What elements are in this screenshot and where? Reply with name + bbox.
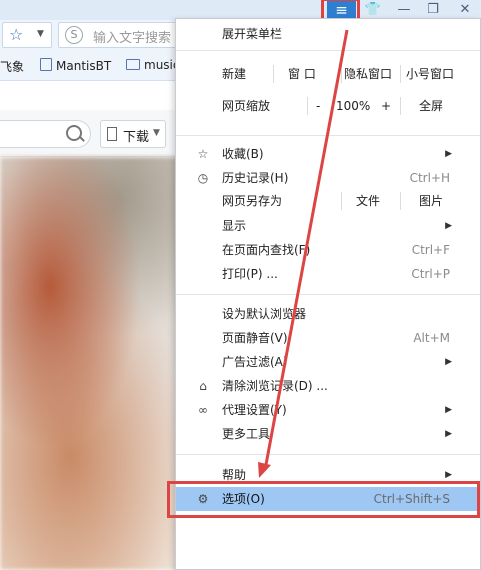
annotation-arrow bbox=[258, 29, 349, 478]
